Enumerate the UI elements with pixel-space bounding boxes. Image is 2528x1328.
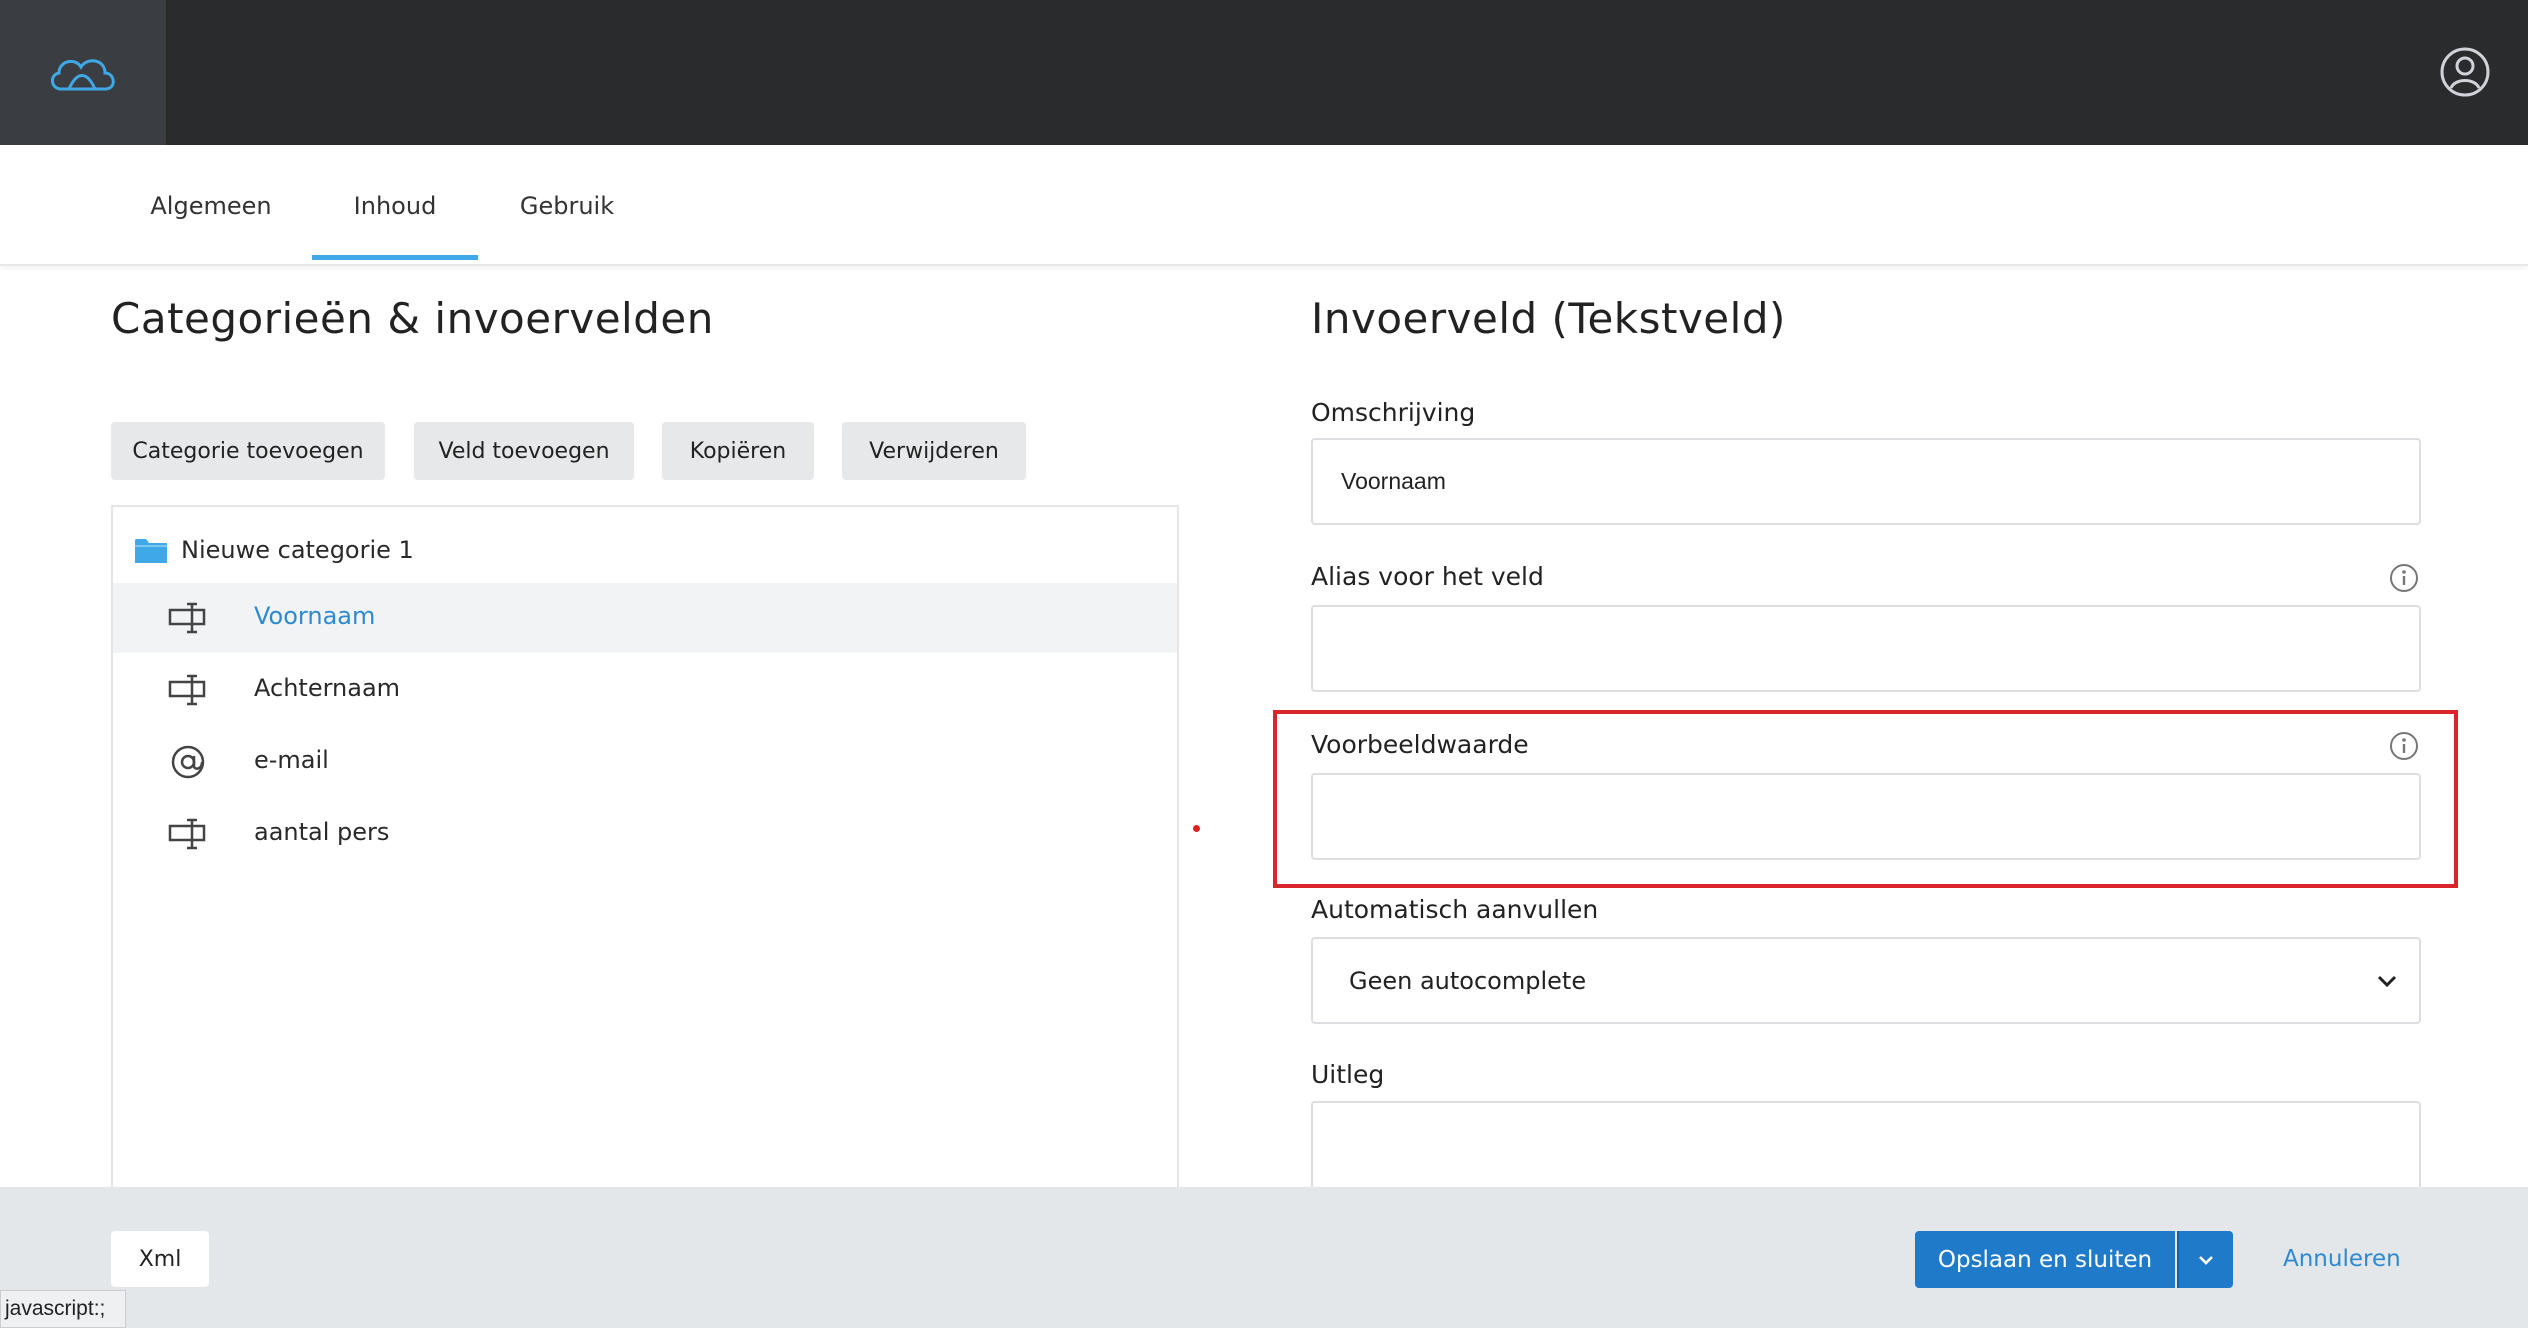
tab-label: Algemeen xyxy=(150,191,272,220)
user-account-button[interactable] xyxy=(2439,46,2491,98)
cloud-logo-icon xyxy=(51,58,115,90)
chevron-down-icon xyxy=(2199,1255,2213,1265)
delete-button[interactable]: Verwijderen xyxy=(842,422,1026,480)
info-icon[interactable] xyxy=(2388,730,2420,762)
cursor-marker xyxy=(1193,825,1200,832)
tree-item-aantal-pers[interactable]: aantal pers xyxy=(113,799,1177,869)
save-and-close-button[interactable]: Opslaan en sluiten xyxy=(1915,1231,2175,1288)
description-label: Omschrijving xyxy=(1311,398,1476,427)
field-tree: Nieuwe categorie 1 Voornaam Achternaam e… xyxy=(111,505,1179,1190)
tree-item-label: Voornaam xyxy=(254,602,376,630)
example-value-input[interactable] xyxy=(1311,773,2421,860)
tab-inhoud[interactable]: Inhoud xyxy=(312,145,478,266)
alias-input[interactable] xyxy=(1311,605,2421,692)
app-logo[interactable] xyxy=(0,0,166,145)
text-field-icon xyxy=(168,674,206,706)
add-field-button[interactable]: Veld toevoegen xyxy=(414,422,634,480)
info-icon[interactable] xyxy=(2388,562,2420,594)
text-field-icon xyxy=(168,818,206,850)
tree-item-achternaam[interactable]: Achternaam xyxy=(113,655,1177,725)
tree-item-email[interactable]: e-mail xyxy=(113,727,1177,797)
user-icon xyxy=(2440,47,2490,97)
tab-algemeen[interactable]: Algemeen xyxy=(132,145,290,266)
example-value-label: Voorbeeldwaarde xyxy=(1311,730,1529,759)
autocomplete-selected-value: Geen autocomplete xyxy=(1349,966,1587,995)
tree-item-voornaam[interactable]: Voornaam xyxy=(113,583,1177,653)
field-editor-title: Invoerveld (Tekstveld) xyxy=(1311,294,1786,343)
tab-label: Gebruik xyxy=(519,191,615,220)
tree-item-label: aantal pers xyxy=(254,818,390,846)
chevron-down-icon xyxy=(2377,975,2397,988)
category-label: Nieuwe categorie 1 xyxy=(181,536,414,564)
cancel-link[interactable]: Annuleren xyxy=(2283,1246,2401,1272)
status-bar-url: javascript:; xyxy=(0,1290,126,1328)
add-category-button[interactable]: Categorie toevoegen xyxy=(111,422,385,480)
tab-bar: Algemeen Inhoud Gebruik xyxy=(0,145,2528,266)
categories-title: Categorieën & invoervelden xyxy=(111,294,714,343)
autocomplete-select[interactable]: Geen autocomplete xyxy=(1311,937,2421,1024)
description-input[interactable] xyxy=(1311,438,2421,525)
tab-gebruik[interactable]: Gebruik xyxy=(500,145,634,266)
xml-button[interactable]: Xml xyxy=(111,1231,209,1287)
save-options-dropdown[interactable] xyxy=(2177,1231,2233,1288)
autocomplete-label: Automatisch aanvullen xyxy=(1311,895,1599,924)
explanation-label: Uitleg xyxy=(1311,1060,1385,1089)
top-bar xyxy=(0,0,2528,145)
tree-category[interactable]: Nieuwe categorie 1 xyxy=(113,517,1177,583)
tree-item-label: Achternaam xyxy=(254,674,401,702)
copy-button[interactable]: Kopiëren xyxy=(662,422,814,480)
folder-icon xyxy=(135,539,167,563)
text-field-icon xyxy=(168,602,206,634)
alias-label: Alias voor het veld xyxy=(1311,562,1544,591)
at-sign-icon xyxy=(171,745,205,779)
tree-item-label: e-mail xyxy=(254,746,329,774)
tab-label: Inhoud xyxy=(353,191,437,220)
